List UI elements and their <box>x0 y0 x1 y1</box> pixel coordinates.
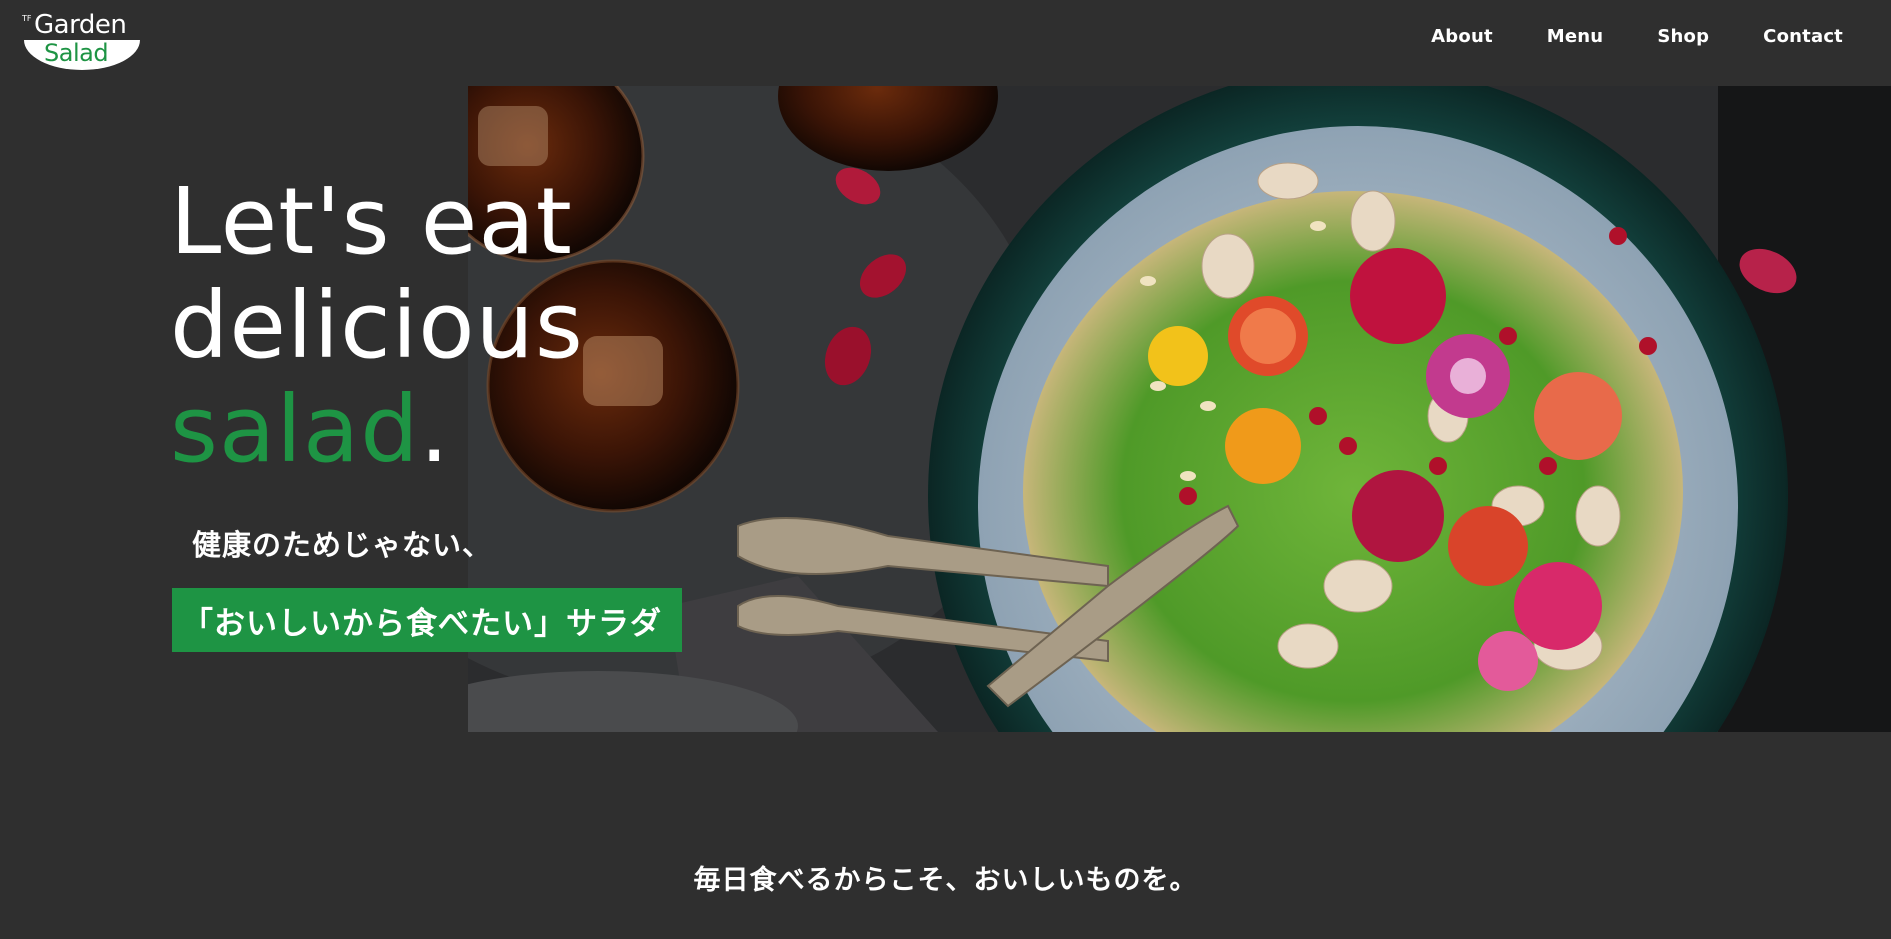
logo-name-top: Garden <box>34 10 127 40</box>
site-logo[interactable]: TF Garden Salad <box>22 10 142 74</box>
headline-period: . <box>419 376 450 483</box>
hero-sub-line-2-text: 「おいしいから食べたい」サラダ <box>182 605 662 642</box>
headline-line-3: salad. <box>170 378 584 482</box>
headline-line-2: delicious <box>170 272 584 379</box>
nav-contact[interactable]: Contact <box>1763 26 1843 47</box>
hero-headline: Let's eat delicious salad. <box>170 170 584 482</box>
nav-menu[interactable]: Menu <box>1547 26 1604 47</box>
main-nav: About Menu Shop Contact <box>1431 26 1843 47</box>
nav-about[interactable]: About <box>1431 26 1493 47</box>
logo-name-bottom: Salad <box>44 39 109 67</box>
section-tagline: 毎日食べるからこそ、おいしいものを。 <box>693 865 1198 896</box>
hero-sub-line-1: 健康のためじゃない、 <box>192 528 493 562</box>
hero-sub-line-2: 「おいしいから食べたい」サラダ <box>172 588 682 652</box>
headline-line-1: Let's eat <box>170 168 573 275</box>
nav-shop[interactable]: Shop <box>1657 26 1709 47</box>
headline-highlight: salad <box>170 376 420 483</box>
logo-prefix: TF <box>22 14 32 23</box>
